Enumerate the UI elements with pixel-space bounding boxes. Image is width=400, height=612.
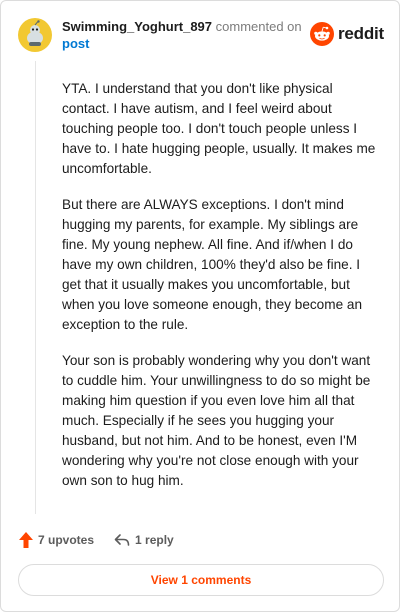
view-comments-button[interactable]: View 1 comments: [18, 564, 384, 596]
comment-paragraph: But there are ALWAYS exceptions. I don't…: [62, 197, 363, 332]
reply-count: 1 reply: [135, 533, 174, 547]
action-text: commented on: [215, 19, 302, 34]
reddit-logo[interactable]: reddit: [310, 21, 384, 47]
comment-paragraph: YTA. I understand that you don't like ph…: [62, 81, 376, 176]
reply-arrow-icon: [114, 534, 130, 546]
upvote-button[interactable]: 7 upvotes: [18, 531, 94, 549]
logo-wordmark: reddit: [338, 24, 385, 43]
reddit-alien-icon: [310, 22, 334, 46]
reply-button[interactable]: 1 reply: [114, 533, 174, 547]
comment-body: YTA. I understand that you don't like ph…: [62, 79, 380, 507]
comment-paragraph: Your son is probably wondering why you d…: [62, 353, 371, 488]
avatar[interactable]: [18, 18, 52, 52]
thread-line[interactable]: [35, 61, 36, 514]
comment-actions: 7 upvotes 1 reply: [18, 529, 174, 551]
upvote-count: 7 upvotes: [38, 533, 95, 547]
post-link[interactable]: post: [62, 36, 89, 51]
snoo-avatar-icon: [18, 18, 52, 52]
username[interactable]: Swimming_Yoghurt_897: [62, 19, 212, 34]
comment-header: Swimming_Yoghurt_897 commented on post: [62, 18, 302, 52]
comment-card: Swimming_Yoghurt_897 commented on post r…: [0, 0, 400, 612]
upvote-arrow-icon: [19, 532, 33, 548]
